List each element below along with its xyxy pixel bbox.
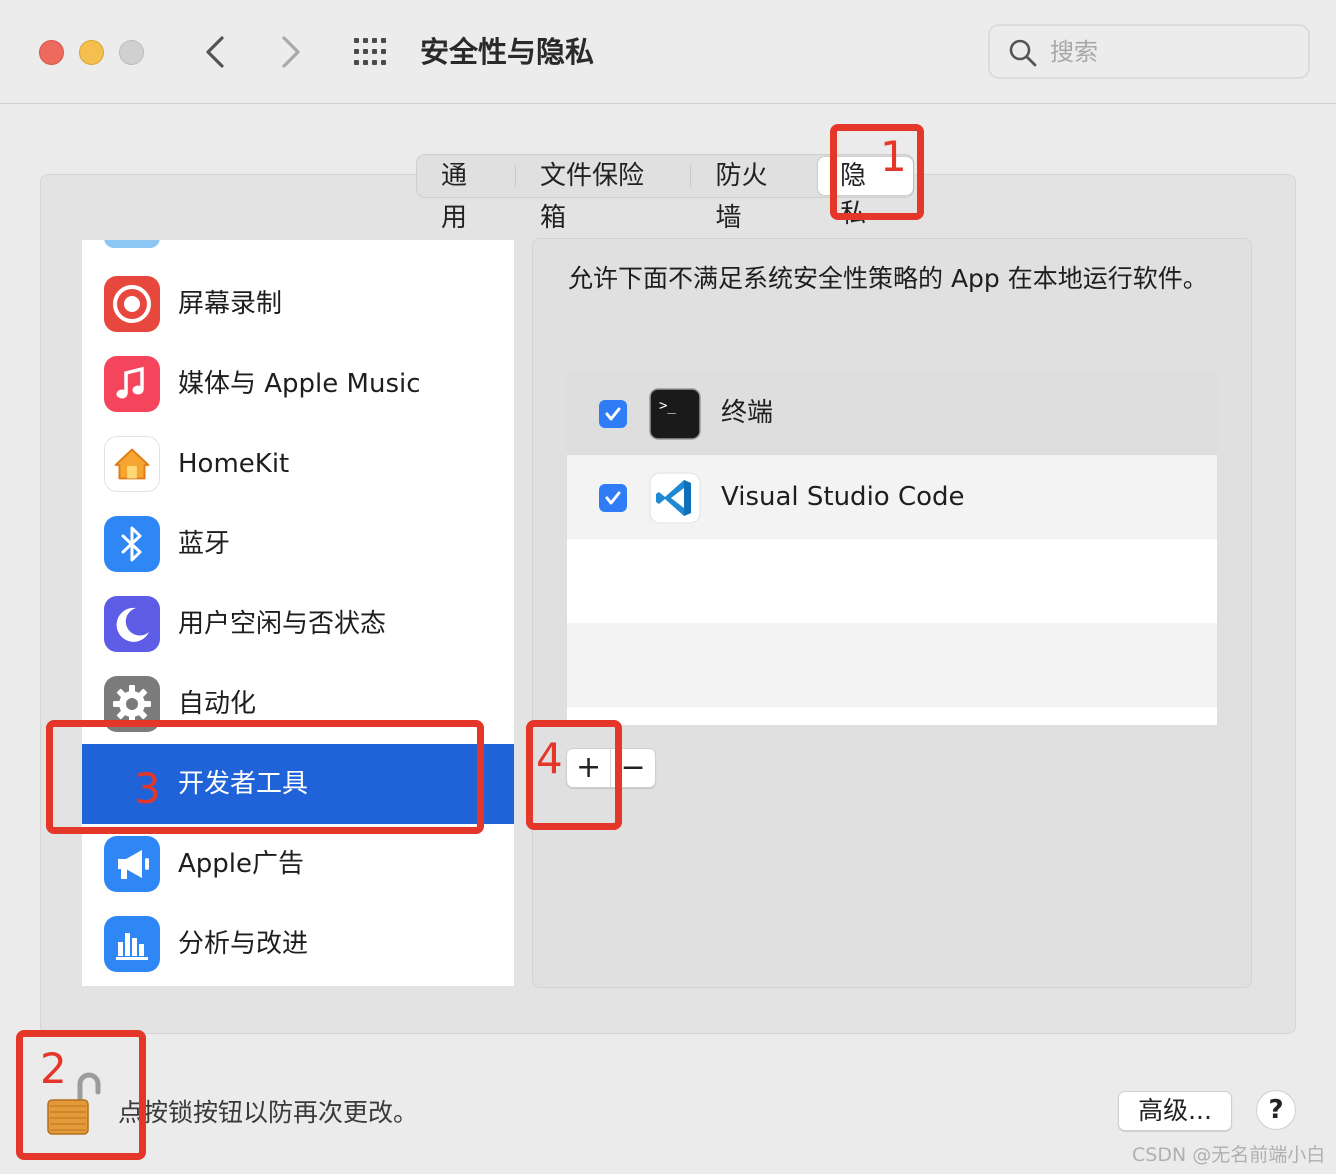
home-icon xyxy=(104,436,160,492)
annotation-box-lock xyxy=(16,1030,146,1160)
tab-filevault[interactable]: 文件保险箱 xyxy=(516,155,692,233)
sidebar-item-apple-advertising[interactable]: Apple广告 xyxy=(82,824,514,904)
sidebar-item-label: 屏幕录制 xyxy=(178,289,283,319)
search-input[interactable] xyxy=(1050,34,1290,70)
app-checkbox[interactable] xyxy=(599,400,627,428)
back-button[interactable] xyxy=(196,30,236,74)
app-row-empty xyxy=(567,623,1217,707)
vscode-icon xyxy=(649,472,701,524)
sidebar-item-user-idle[interactable]: 用户空闲与否状态 xyxy=(82,584,514,664)
grid-icon xyxy=(354,38,386,65)
sidebar-item-label: HomeKit xyxy=(178,449,290,479)
app-name: 终端 xyxy=(721,398,774,428)
sidebar-item-label: 蓝牙 xyxy=(178,529,231,559)
chevron-left-icon xyxy=(206,36,224,68)
search-box[interactable] xyxy=(988,24,1310,79)
annotation-number: 4 xyxy=(536,734,563,783)
search-icon xyxy=(1009,39,1037,67)
bar-chart-icon xyxy=(104,916,160,972)
annotation-number: 1 xyxy=(880,132,907,181)
app-name: Visual Studio Code xyxy=(721,482,965,512)
tab-firewall[interactable]: 防火墙 xyxy=(691,155,816,233)
sidebar-item-label: 媒体与 Apple Music xyxy=(178,369,421,399)
sidebar-item-screen-recording[interactable]: 屏幕录制 xyxy=(82,264,514,344)
sidebar-item-analytics[interactable]: 分析与改进 xyxy=(82,904,514,984)
privacy-category-list[interactable]: 屏幕录制 媒体与 Apple Music HomeKit 蓝牙 用户空闲与否状态… xyxy=(82,240,514,986)
screen-record-icon xyxy=(104,276,160,332)
checkmark-icon xyxy=(605,407,621,421)
app-row-vscode[interactable]: Visual Studio Code xyxy=(567,455,1217,539)
app-row-terminal[interactable]: >_ 终端 xyxy=(567,371,1217,455)
sidebar-item-label: 分析与改进 xyxy=(178,929,309,959)
sidebar-item-label: Apple广告 xyxy=(178,849,305,879)
help-button[interactable]: ? xyxy=(1256,1090,1296,1130)
close-window-button[interactable] xyxy=(39,40,64,65)
annotation-number: 2 xyxy=(40,1044,67,1093)
window-title: 安全性与隐私 xyxy=(420,35,595,69)
partial-category-icon xyxy=(104,240,160,248)
sidebar-item-bluetooth[interactable]: 蓝牙 xyxy=(82,504,514,584)
chevron-right-icon xyxy=(282,36,300,68)
bluetooth-icon xyxy=(104,516,160,572)
svg-text:>_: >_ xyxy=(659,398,676,414)
show-all-button[interactable] xyxy=(352,37,392,67)
annotation-box-privacy-tab xyxy=(830,124,924,220)
checkmark-icon xyxy=(605,491,621,505)
terminal-icon: >_ xyxy=(649,388,701,440)
forward-button[interactable] xyxy=(270,30,310,74)
app-checkbox[interactable] xyxy=(599,484,627,512)
annotation-box-developer-tools xyxy=(46,720,484,834)
advanced-button[interactable]: 高级... xyxy=(1118,1091,1232,1131)
sidebar-item-label: 用户空闲与否状态 xyxy=(178,609,387,639)
lock-hint-text: 点按锁按钮以防再次更改。 xyxy=(118,1098,419,1127)
megaphone-icon xyxy=(104,836,160,892)
zoom-window-button[interactable] xyxy=(119,40,144,65)
app-row-empty xyxy=(567,539,1217,623)
annotation-number: 3 xyxy=(134,764,161,813)
title-bar: 安全性与隐私 xyxy=(0,0,1336,104)
app-list[interactable]: >_ 终端 Visual Studio Code xyxy=(566,370,1218,726)
description-text: 允许下面不满足系统安全性策略的 App 在本地运行软件。 xyxy=(568,264,1208,293)
sidebar-item-homekit[interactable]: HomeKit xyxy=(82,424,514,504)
moon-icon xyxy=(104,596,160,652)
tab-general[interactable]: 通用 xyxy=(417,155,516,233)
music-note-icon xyxy=(104,356,160,412)
minimize-window-button[interactable] xyxy=(79,40,104,65)
sidebar-item-media-apple-music[interactable]: 媒体与 Apple Music xyxy=(82,344,514,424)
watermark: CSDN @无名前端小白 xyxy=(1132,1144,1326,1166)
